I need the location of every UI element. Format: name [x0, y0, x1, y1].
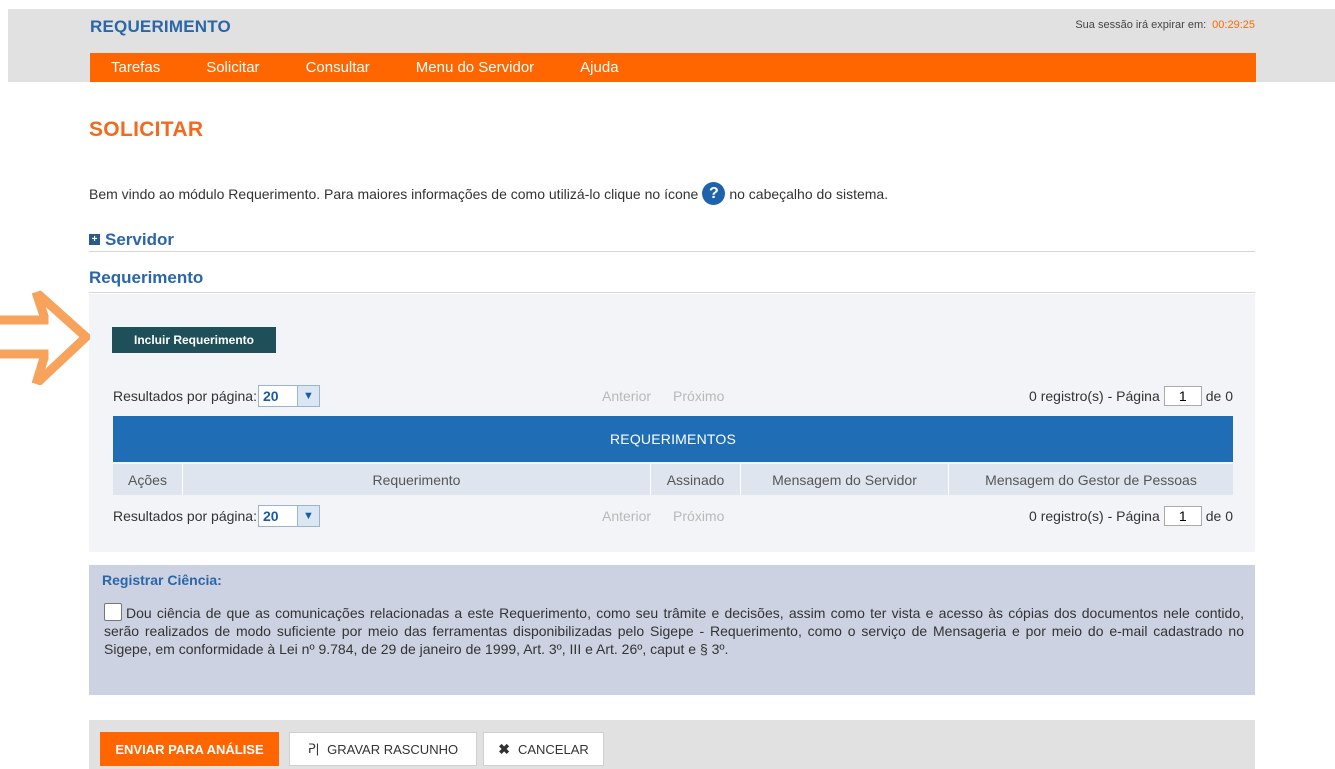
pager-records: 0 registro(s) - Página de 0: [1029, 386, 1233, 406]
results-per-page-value[interactable]: 20: [259, 388, 297, 404]
next-page-link[interactable]: Próximo: [673, 388, 724, 404]
enviar-para-analise-button[interactable]: ENVIAR PARA ANÁLISE: [100, 732, 279, 766]
expand-plus-icon[interactable]: +: [89, 234, 100, 245]
chevron-down-icon[interactable]: ▼: [297, 506, 319, 526]
page-title: SOLICITAR: [89, 118, 204, 141]
previous-page-link[interactable]: Anterior: [602, 508, 651, 524]
session-info: Sua sessão irá expirar em: 00:29:25: [1075, 19, 1255, 31]
results-per-page-label: Resultados por página:: [113, 388, 257, 404]
ciencia-checkbox[interactable]: [104, 603, 122, 621]
registrar-ciencia-panel: Registrar Ciência: Dou ciência de que as…: [89, 565, 1255, 695]
results-per-page-label: Resultados por página:: [113, 508, 257, 524]
main-nav: Tarefas Solicitar Consultar Menu do Serv…: [90, 53, 1256, 82]
records-label: 0 registro(s) - Página: [1029, 388, 1160, 404]
records-label: 0 registro(s) - Página: [1029, 508, 1160, 524]
column-mensagem-gestor: Mensagem do Gestor de Pessoas: [985, 471, 1197, 488]
section-servidor-title[interactable]: Servidor: [105, 230, 174, 250]
incluir-requerimento-button[interactable]: Incluir Requerimento: [112, 327, 276, 353]
app-title: REQUERIMENTO: [90, 17, 231, 36]
results-per-page-value[interactable]: 20: [259, 508, 297, 524]
section-requerimento: Requerimento: [89, 268, 1255, 293]
pager-top: Resultados por página: 20 ▼ Anterior Próx…: [113, 384, 1233, 408]
gravar-rascunho-button[interactable]: ᕈ| GRAVAR RASCUNHO: [289, 732, 477, 766]
next-page-link[interactable]: Próximo: [673, 508, 724, 524]
pager-nav-links: Anterior Próximo: [602, 508, 724, 524]
pager-nav-links: Anterior Próximo: [602, 388, 724, 404]
page-number-input[interactable]: [1163, 386, 1202, 406]
registrar-ciencia-title: Registrar Ciência:: [102, 572, 222, 588]
save-draft-icon: ᕈ|: [307, 741, 320, 756]
ciencia-statement: Dou ciência de que as comunicações relac…: [104, 603, 1244, 658]
ciencia-text: Dou ciência de que as comunicações relac…: [104, 605, 1244, 657]
column-assinado: Assinado: [651, 464, 741, 495]
column-mensagem-servidor: Mensagem do Servidor: [741, 464, 949, 495]
welcome-text-after: no cabeçalho do sistema.: [729, 185, 889, 202]
column-acoes: Ações: [113, 464, 183, 495]
previous-page-link[interactable]: Anterior: [602, 388, 651, 404]
page-total-label: de 0: [1205, 508, 1233, 524]
welcome-text: Bem vindo ao módulo Requerimento. Para m…: [89, 182, 888, 205]
session-timer: 00:29:25: [1212, 19, 1255, 31]
results-per-page-select[interactable]: 20 ▼: [258, 505, 320, 527]
gravar-rascunho-label: GRAVAR RASCUNHO: [327, 741, 459, 757]
column-requerimento: Requerimento: [183, 464, 651, 495]
chevron-down-icon[interactable]: ▼: [297, 386, 319, 406]
pager-bottom: Resultados por página: 20 ▼ Anterior Próx…: [113, 504, 1233, 528]
top-header: REQUERIMENTO Sua sessão irá expirar em: 0…: [8, 9, 1335, 82]
page-total-label: de 0: [1205, 388, 1233, 404]
requerimentos-table-columns: Ações Requerimento Assinado Mensagem do …: [113, 464, 1233, 495]
results-per-page-select[interactable]: 20 ▼: [258, 385, 320, 407]
nav-item-menu-do-servidor[interactable]: Menu do Servidor: [416, 59, 534, 76]
nav-item-ajuda[interactable]: Ajuda: [580, 59, 618, 76]
welcome-text-before: Bem vindo ao módulo Requerimento. Para m…: [89, 185, 699, 202]
cancelar-label: CANCELAR: [517, 741, 589, 757]
pager-records: 0 registro(s) - Página de 0: [1029, 506, 1233, 526]
page-number-input[interactable]: [1163, 506, 1202, 526]
help-icon[interactable]: ?: [702, 182, 726, 205]
nav-item-solicitar[interactable]: Solicitar: [206, 59, 259, 76]
section-requerimento-title: Requerimento: [89, 268, 204, 287]
session-label: Sua sessão irá expirar em:: [1075, 19, 1207, 31]
cancelar-button[interactable]: ✖ CANCELAR: [483, 732, 604, 766]
section-servidor[interactable]: + Servidor: [89, 228, 1255, 252]
annotation-arrow-icon: [0, 290, 90, 386]
close-icon: ✖: [498, 740, 510, 757]
nav-item-tarefas[interactable]: Tarefas: [111, 59, 160, 76]
requerimentos-table-title: REQUERIMENTOS: [113, 416, 1233, 462]
nav-item-consultar[interactable]: Consultar: [306, 59, 370, 76]
